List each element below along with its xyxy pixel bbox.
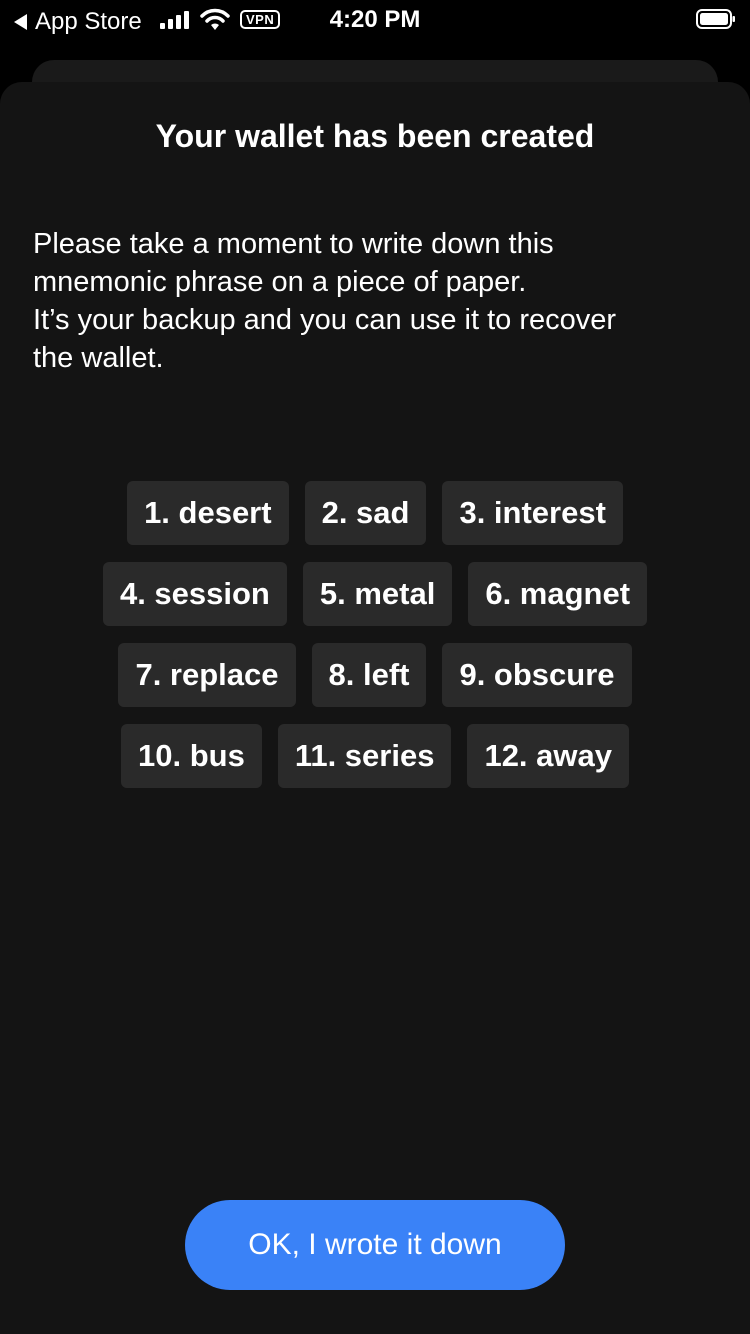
mnemonic-word: 9. obscure xyxy=(442,643,632,707)
status-bar: App Store VPN 4:20 PM xyxy=(0,0,750,40)
instruction-line: the wallet. xyxy=(33,342,164,374)
word-row: 1. desert 2. sad 3. interest xyxy=(0,481,750,545)
instruction-line: mnemonic phrase on a piece of paper. xyxy=(33,266,527,298)
mnemonic-word: 4. session xyxy=(102,562,287,626)
mnemonic-word: 8. left xyxy=(311,643,427,707)
mnemonic-word: 10. bus xyxy=(120,724,262,788)
battery-icon xyxy=(696,9,735,29)
word-row: 4. session 5. metal 6. magnet xyxy=(0,562,750,626)
instruction-line: It’s your backup and you can use it to r… xyxy=(33,304,617,336)
wrote-it-down-button[interactable]: OK, I wrote it down xyxy=(185,1200,565,1290)
mnemonic-word: 12. away xyxy=(467,724,629,788)
mnemonic-word: 3. interest xyxy=(442,481,623,545)
word-row: 7. replace 8. left 9. obscure xyxy=(0,643,750,707)
mnemonic-word: 5. metal xyxy=(302,562,453,626)
mnemonic-word: 7. replace xyxy=(118,643,296,707)
sheet-title: Your wallet has been created xyxy=(155,118,595,154)
mnemonic-word: 11. series xyxy=(277,724,452,788)
word-row: 10. bus 11. series 12. away xyxy=(0,724,750,788)
mnemonic-word: 2. sad xyxy=(304,481,427,545)
mnemonic-word: 1. desert xyxy=(127,481,289,545)
mnemonic-word-grid: 1. desert 2. sad 3. interest 4. session … xyxy=(0,481,750,805)
backup-instructions: Please take a moment to write down this … xyxy=(33,225,723,377)
status-time: 4:20 PM xyxy=(329,6,421,33)
instruction-line: Please take a moment to write down this xyxy=(33,228,554,260)
mnemonic-word: 6. magnet xyxy=(468,562,648,626)
